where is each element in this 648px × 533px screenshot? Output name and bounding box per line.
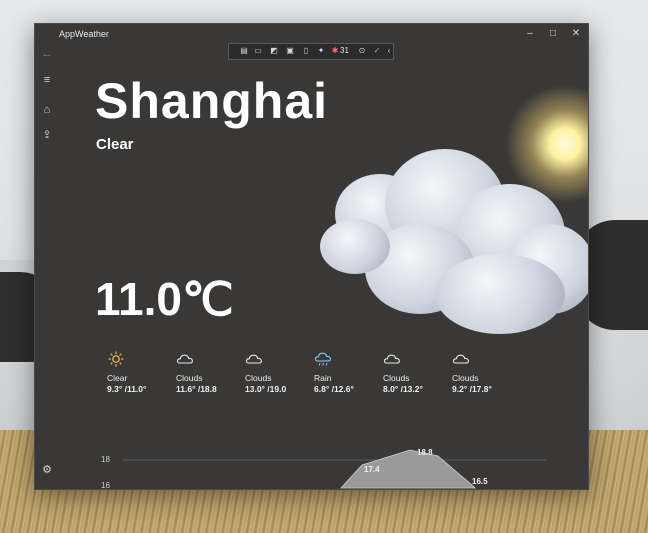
app-window: AppWeather – □ ✕ ▤ ▭ ◩ ▣ ▯ ✦ ✱ 31 ⊙ ✓ ‹ … bbox=[34, 23, 589, 490]
data-label-16-5: 16.5 bbox=[472, 477, 488, 486]
forecast-day-6[interactable]: Clouds 9.2° /17.8° bbox=[440, 351, 506, 401]
city-name: Shanghai bbox=[95, 73, 329, 129]
data-label-18-8: 18.8 bbox=[417, 448, 433, 457]
current-condition: Clear bbox=[96, 136, 134, 153]
temperature-chart: 18 16 18.8 17.4 16.5 bbox=[35, 439, 588, 489]
forecast-day-5[interactable]: Clouds 8.0° /13.2° bbox=[371, 351, 437, 401]
home-icon[interactable]: ⌂ bbox=[39, 102, 55, 118]
timer-icon[interactable]: ⊙ bbox=[357, 46, 367, 56]
close-button[interactable]: ✕ bbox=[565, 26, 587, 42]
debug-toolbar: ▤ ▭ ◩ ▣ ▯ ✦ ✱ 31 ⊙ ✓ ‹ bbox=[228, 43, 394, 60]
video-icon[interactable]: ▭ bbox=[253, 46, 263, 56]
current-temperature: 11.0℃ bbox=[95, 273, 234, 325]
app-title: AppWeather bbox=[59, 29, 109, 39]
forecast-day-3[interactable]: Clouds 13.0° /19.0 bbox=[233, 351, 299, 401]
sun-icon bbox=[108, 351, 124, 367]
forecast-condition: Rain bbox=[314, 373, 332, 383]
maximize-button[interactable]: □ bbox=[542, 26, 564, 42]
rain-cloud-icon bbox=[314, 352, 331, 366]
forecast-condition: Clouds bbox=[176, 373, 203, 383]
toolbar-counter: 31 bbox=[340, 46, 349, 55]
y-axis-tick-16: 16 bbox=[101, 481, 110, 490]
phone-icon[interactable]: ▯ bbox=[301, 46, 311, 56]
back-arrow-icon[interactable]: ← bbox=[39, 46, 55, 62]
share-icon[interactable]: ⇪ bbox=[39, 127, 55, 143]
forecast-temperature-range: 9.2° /17.8° bbox=[452, 384, 492, 394]
cast-icon[interactable]: ◩ bbox=[269, 46, 279, 56]
forecast-temperature-range: 6.8° /12.6° bbox=[314, 384, 354, 394]
navigation-rail: ← ≡ ⌂ ⇪ ⚙ bbox=[35, 44, 59, 489]
forecast-day-2[interactable]: Clouds 11.6° /18.8 bbox=[164, 351, 230, 401]
y-axis-tick-18: 18 bbox=[101, 455, 110, 464]
forecast-condition: Clear bbox=[107, 373, 128, 383]
minimize-button[interactable]: – bbox=[519, 26, 541, 42]
temperature-area bbox=[340, 449, 476, 489]
cloud-icon bbox=[176, 354, 193, 364]
forecast-condition: Clouds bbox=[383, 373, 410, 383]
data-label-17-4: 17.4 bbox=[364, 465, 380, 474]
title-bar: AppWeather – □ ✕ bbox=[35, 24, 588, 44]
forecast-temperature-range: 11.6° /18.8 bbox=[176, 384, 217, 394]
document-edit-icon[interactable]: ▤ bbox=[239, 46, 249, 56]
stop-icon[interactable]: ▣ bbox=[285, 46, 295, 56]
antenna-icon[interactable]: ✦ bbox=[316, 46, 326, 56]
cloud-icon bbox=[383, 354, 400, 364]
forecast-day-1[interactable]: Clear 9.3° /11.0° bbox=[95, 351, 161, 401]
chevron-left-icon[interactable]: ‹ bbox=[384, 46, 394, 56]
hamburger-menu-icon[interactable]: ≡ bbox=[39, 72, 55, 88]
forecast-temperature-range: 9.3° /11.0° bbox=[107, 384, 147, 394]
forecast-condition: Clouds bbox=[245, 373, 272, 383]
temperature-chart-svg bbox=[123, 449, 547, 489]
cloud-icon bbox=[245, 354, 262, 364]
bug-icon[interactable]: ✱ bbox=[330, 46, 340, 56]
forecast-condition: Clouds bbox=[452, 373, 479, 383]
forecast-temperature-range: 13.0° /19.0 bbox=[245, 384, 287, 394]
cloud-icon bbox=[452, 354, 469, 364]
forecast-temperature-range: 8.0° /13.2° bbox=[383, 384, 423, 394]
check-icon[interactable]: ✓ bbox=[372, 46, 382, 56]
forecast-day-4[interactable]: Rain 6.8° /12.6° bbox=[302, 351, 368, 401]
